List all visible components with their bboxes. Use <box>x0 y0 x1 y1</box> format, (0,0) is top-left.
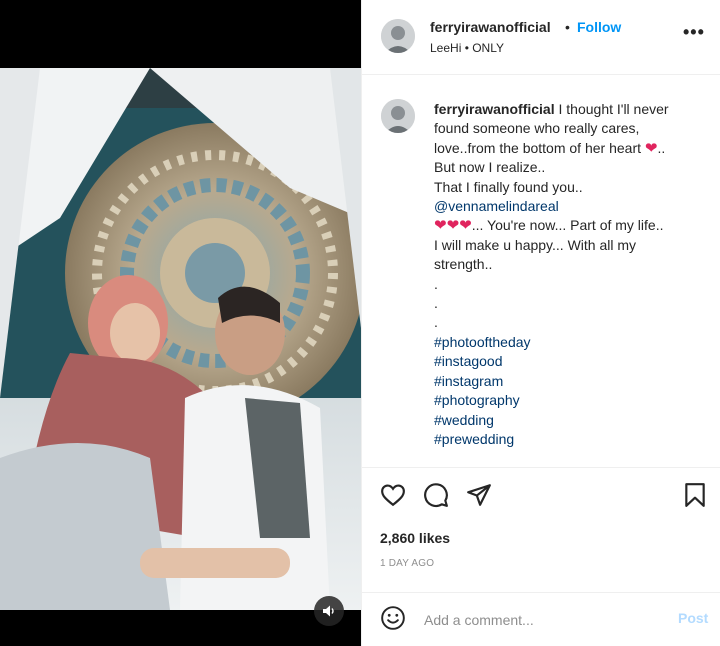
hashtag-link[interactable]: #photooftheday <box>434 334 531 350</box>
separator-dot: • <box>565 19 570 35</box>
save-button[interactable] <box>680 480 710 510</box>
hashtag-link[interactable]: #instagram <box>434 373 503 389</box>
mention-link[interactable]: @vennamelindareal <box>434 198 559 214</box>
caption-line: I thought I'll never <box>558 101 669 117</box>
paper-plane-icon <box>467 484 491 506</box>
caption-line: . <box>434 295 438 312</box>
more-options-icon[interactable]: ••• <box>683 22 705 43</box>
caption-line: found someone who really cares, <box>434 120 640 137</box>
caption-line: strength.. <box>434 256 493 273</box>
caption-line: I will make u happy... With all my <box>434 236 637 253</box>
bookmark-icon <box>685 483 705 507</box>
caption-section: ferryirawanofficial I thought I'll never… <box>362 76 720 468</box>
audio-track[interactable]: LeeHi • ONLY <box>430 41 504 55</box>
comment-bubble-icon <box>424 483 448 508</box>
caption-line: ... You're now... Part of my life.. <box>471 217 664 234</box>
post-media[interactable] <box>0 0 361 646</box>
comment-input[interactable] <box>422 607 666 633</box>
caption-text: ferryirawanofficial I thought I'll never… <box>434 100 709 449</box>
post-header: ferryirawanofficial • Follow LeeHi • ONL… <box>362 0 720 75</box>
post-photo <box>0 68 361 610</box>
share-button[interactable] <box>464 480 494 510</box>
likes-count[interactable]: 2,860 likes <box>380 530 450 546</box>
post-comment-button[interactable]: Post <box>678 610 708 626</box>
profile-picture <box>381 19 415 53</box>
post-panel: ferryirawanofficial • Follow LeeHi • ONL… <box>361 0 720 646</box>
comment-bar: Post <box>362 592 720 646</box>
hearts-emoji: ❤❤❤ <box>434 217 472 235</box>
emoji-button[interactable] <box>380 605 408 633</box>
hashtag-link[interactable]: #instagood <box>434 353 503 369</box>
avatar[interactable] <box>381 19 415 53</box>
caption-username[interactable]: ferryirawanofficial <box>434 101 555 117</box>
hashtag-link[interactable]: #prewedding <box>434 431 514 447</box>
post-username[interactable]: ferryirawanofficial <box>430 19 551 35</box>
caption-line: That I finally found you.. <box>434 178 583 195</box>
hashtag-link[interactable]: #wedding <box>434 412 494 428</box>
avatar[interactable] <box>381 99 415 133</box>
caption-line: love..from the bottom of her heart <box>434 139 641 156</box>
like-button[interactable] <box>378 480 408 510</box>
post-timestamp[interactable]: 1 DAY AGO <box>380 558 434 569</box>
speaker-icon <box>323 605 334 617</box>
heart-outline-icon <box>381 484 405 507</box>
action-bar <box>362 480 720 516</box>
heart-emoji: ❤ <box>644 139 658 157</box>
hashtag-link[interactable]: #photography <box>434 392 520 408</box>
caption-line: . <box>434 275 438 292</box>
follow-button[interactable]: Follow <box>577 19 621 35</box>
profile-picture <box>381 99 415 133</box>
caption-line: But now I realize.. <box>434 159 546 176</box>
caption-line: .. <box>657 139 666 156</box>
caption-line: . <box>434 314 438 331</box>
comment-button[interactable] <box>421 480 451 510</box>
audio-toggle-button[interactable] <box>314 596 344 626</box>
smiley-icon <box>381 606 405 630</box>
